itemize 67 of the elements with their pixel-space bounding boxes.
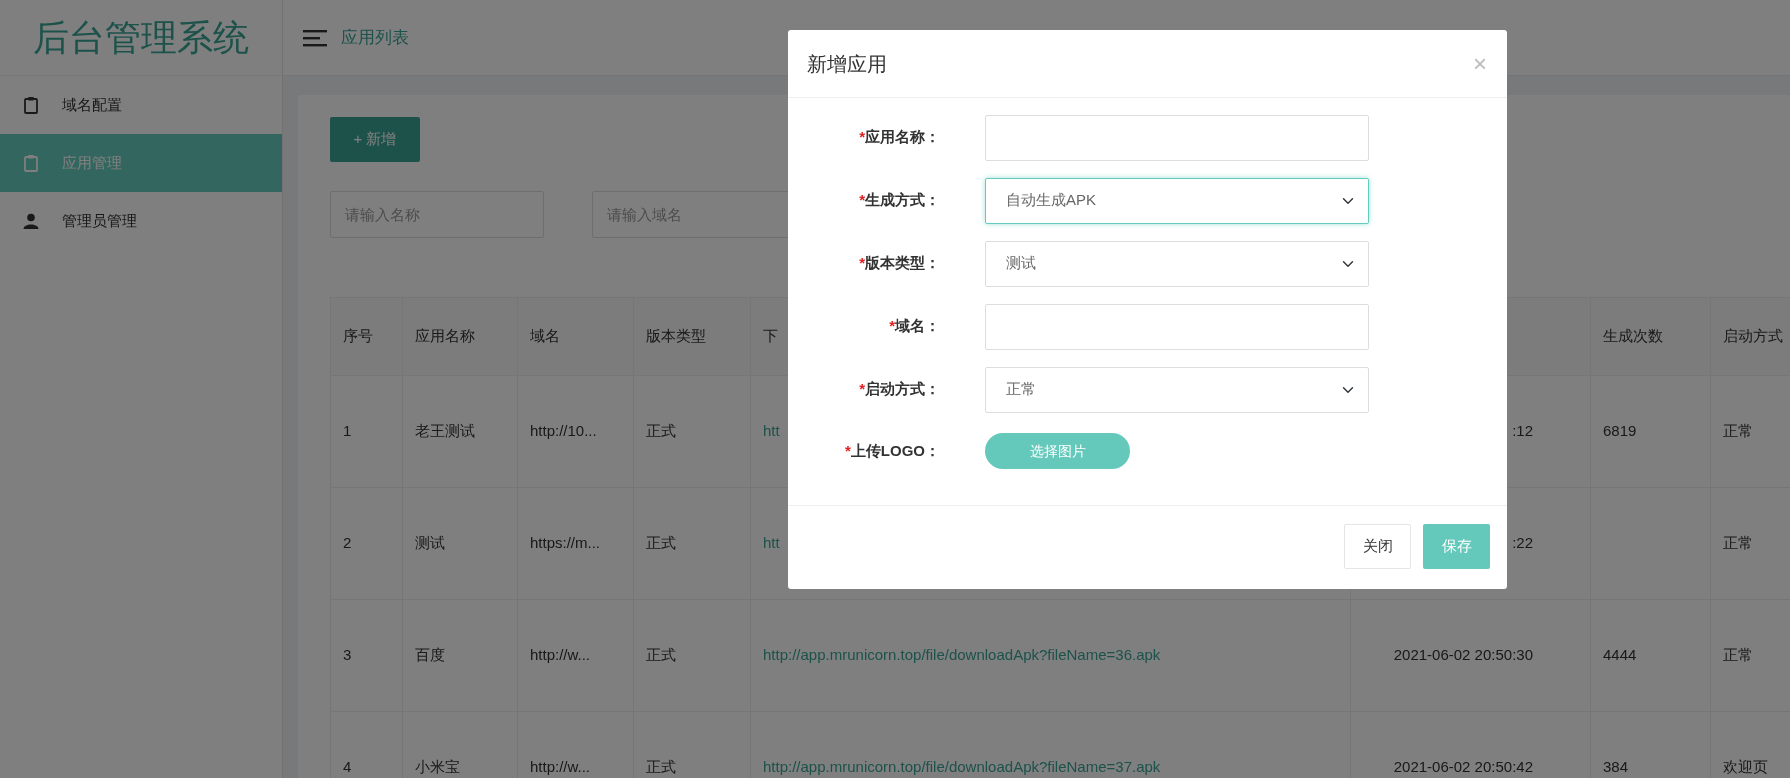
table-cell: https://m... — [530, 534, 601, 552]
table-cell: 4444 — [1603, 646, 1637, 664]
close-button[interactable]: × — [1473, 51, 1487, 76]
table-cell: 3 — [343, 646, 352, 664]
sidebar-item-label: 域名配置 — [62, 94, 122, 115]
menu-icon[interactable] — [303, 28, 327, 47]
table-cell: 6819 — [1603, 422, 1637, 440]
download-link[interactable]: http://app.mrunicorn.top/file/downloadApk?fileName=37.apk — [763, 758, 1161, 776]
column-header: 应用名称 — [415, 327, 475, 345]
table-cell: 正式 — [646, 758, 676, 776]
table-cell: 正式 — [646, 534, 676, 552]
table-cell: 384 — [1603, 758, 1629, 776]
column-header: 序号 — [343, 327, 373, 345]
select-dropdown[interactable]: 测试 — [985, 240, 1369, 287]
field-label: *生成方式： — [858, 190, 940, 211]
column-header: 启动方式 — [1723, 327, 1783, 345]
app-logo-text: 后台管理系统 — [33, 15, 249, 60]
input-field[interactable] — [985, 303, 1369, 350]
user-icon — [22, 212, 40, 230]
field-label: *版本类型： — [858, 253, 940, 274]
page-title: 应用列表 — [341, 26, 409, 49]
table-cell: http://w... — [530, 758, 591, 776]
table-cell: 正式 — [646, 422, 676, 440]
field-label: *域名： — [888, 316, 940, 337]
table-cell: :12 — [1512, 422, 1533, 440]
table-cell: 正常 — [1723, 646, 1753, 664]
table-cell: 2 — [343, 534, 352, 552]
select-dropdown[interactable]: 正常 — [985, 366, 1369, 413]
sidebar-item[interactable]: 应用管理 — [0, 134, 282, 192]
table-cell: 1 — [343, 422, 352, 440]
table-cell: 正常 — [1723, 422, 1753, 440]
download-link[interactable]: htt — [763, 534, 780, 552]
table-cell: 正常 — [1723, 534, 1753, 552]
save-button[interactable]: 保存 — [1423, 524, 1490, 569]
column-header: 域名 — [530, 327, 560, 345]
select-dropdown[interactable]: 自动生成APK — [985, 177, 1369, 224]
column-header: 生成次数 — [1603, 327, 1663, 345]
table-cell: 正式 — [646, 646, 676, 664]
table-cell: :22 — [1512, 534, 1533, 552]
table-cell: 2021-06-02 20:50:30 — [1393, 646, 1533, 664]
close-button[interactable]: 关闭 — [1344, 524, 1411, 569]
input-field[interactable] — [985, 114, 1369, 161]
sidebar-item[interactable]: 域名配置 — [0, 76, 282, 134]
table-cell: 小米宝 — [415, 758, 460, 776]
table-cell: 测试 — [415, 534, 445, 552]
table-cell: 2021-06-02 20:50:42 — [1393, 758, 1533, 776]
field-label: *启动方式： — [858, 379, 940, 400]
sidebar-item[interactable]: 管理员管理 — [0, 192, 282, 250]
field-label: *上传LOGO： — [844, 440, 940, 461]
upload-button[interactable]: 选择图片 — [985, 433, 1130, 469]
sidebar-item-label: 管理员管理 — [62, 210, 137, 231]
table-cell: 欢迎页 — [1723, 758, 1768, 776]
table-cell: 百度 — [415, 646, 445, 664]
clipboard-icon — [22, 154, 40, 172]
column-header: 下 — [763, 327, 778, 345]
modal-title: 新增应用 — [807, 51, 887, 77]
table-cell: 4 — [343, 758, 352, 776]
download-link[interactable]: htt — [763, 422, 780, 440]
download-link[interactable]: http://app.mrunicorn.top/file/downloadApk?fileName=36.apk — [763, 646, 1161, 664]
column-header: 版本类型 — [646, 327, 706, 345]
sidebar-item-label: 应用管理 — [62, 152, 122, 173]
table-cell: 老王测试 — [415, 422, 475, 440]
table-cell: http://w... — [530, 646, 591, 664]
add-button[interactable]: + 新增 — [330, 117, 420, 162]
field-label: *应用名称： — [858, 127, 940, 148]
table-cell: http://10... — [530, 422, 597, 440]
clipboard-icon — [22, 96, 40, 114]
